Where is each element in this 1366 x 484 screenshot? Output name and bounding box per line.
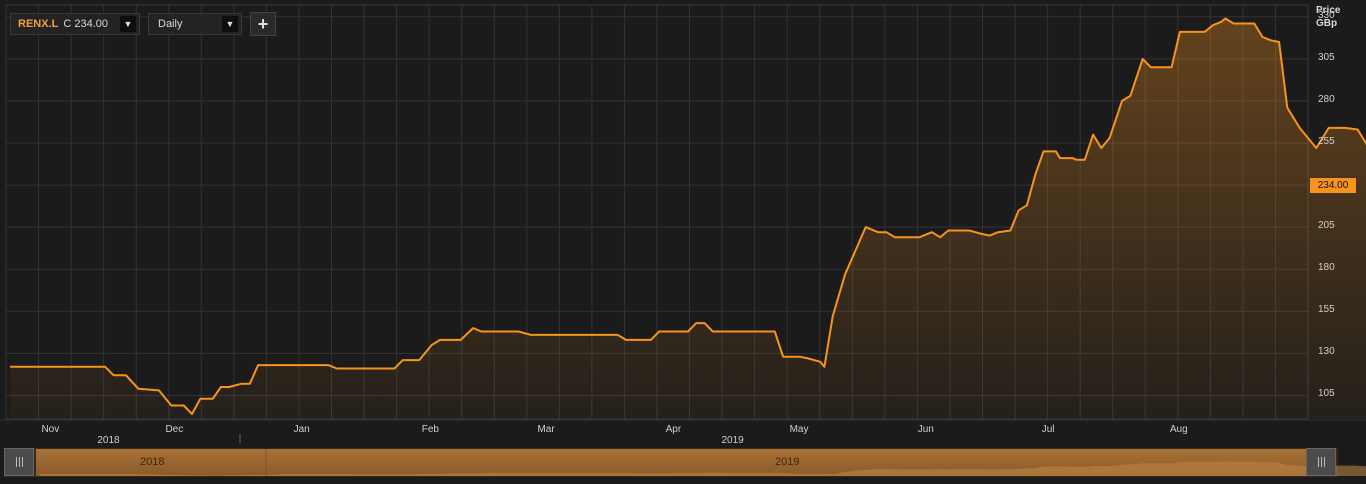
x-tick-label: Jan — [293, 424, 310, 435]
x-year-label: 2019 — [721, 435, 744, 446]
y-tick-label: 105 — [1318, 388, 1335, 400]
x-tick-label: Jun — [917, 424, 934, 435]
y-tick-label: 180 — [1318, 262, 1335, 274]
interval-label: Daily — [158, 18, 183, 30]
x-tick-label: Nov — [41, 424, 60, 435]
quote-label: C 234.00 — [63, 18, 108, 30]
y-tick-label: 155 — [1318, 304, 1335, 316]
add-indicator-button[interactable]: + — [250, 12, 276, 36]
navigator-right-handle[interactable] — [1306, 448, 1336, 476]
y-tick-label: 305 — [1318, 51, 1335, 63]
last-price-tag: 234.00 — [1310, 178, 1356, 193]
navigator-left-handle[interactable] — [4, 448, 34, 476]
x-tick-label: Dec — [165, 424, 184, 435]
navigator-year-label: 2019 — [775, 456, 800, 468]
y-tick-label: 205 — [1318, 220, 1335, 232]
x-year-label: 2018 — [97, 435, 120, 446]
y-tick-label: 130 — [1318, 346, 1335, 358]
x-tick-label: Feb — [421, 424, 439, 435]
navigator-year-label: 2018 — [140, 456, 165, 468]
y-tick-label: 330 — [1318, 9, 1335, 21]
y-tick-label: 280 — [1318, 93, 1335, 105]
symbol-selector[interactable]: RENX.L C 234.00 ▼ — [10, 13, 140, 35]
x-tick-label: Mar — [537, 424, 555, 435]
x-tick-label: Aug — [1169, 424, 1188, 435]
range-navigator[interactable] — [4, 448, 1338, 480]
x-tick-label: Apr — [665, 424, 682, 435]
chart-toolbar: RENX.L C 234.00 ▼ Daily ▼ + — [10, 12, 276, 36]
chevron-down-icon[interactable]: ▼ — [222, 16, 238, 32]
y-tick-label: 255 — [1318, 136, 1335, 147]
stock-chart: RENX.L C 234.00 ▼ Daily ▼ + Price GBp 10… — [0, 0, 1366, 484]
x-tick-label: Jul — [1041, 424, 1055, 435]
chart-svg — [0, 4, 1366, 477]
chevron-down-icon[interactable]: ▼ — [120, 16, 136, 32]
symbol-label: RENX.L — [18, 18, 59, 30]
interval-selector[interactable]: Daily ▼ — [148, 13, 242, 35]
x-tick-label: May — [789, 424, 809, 435]
